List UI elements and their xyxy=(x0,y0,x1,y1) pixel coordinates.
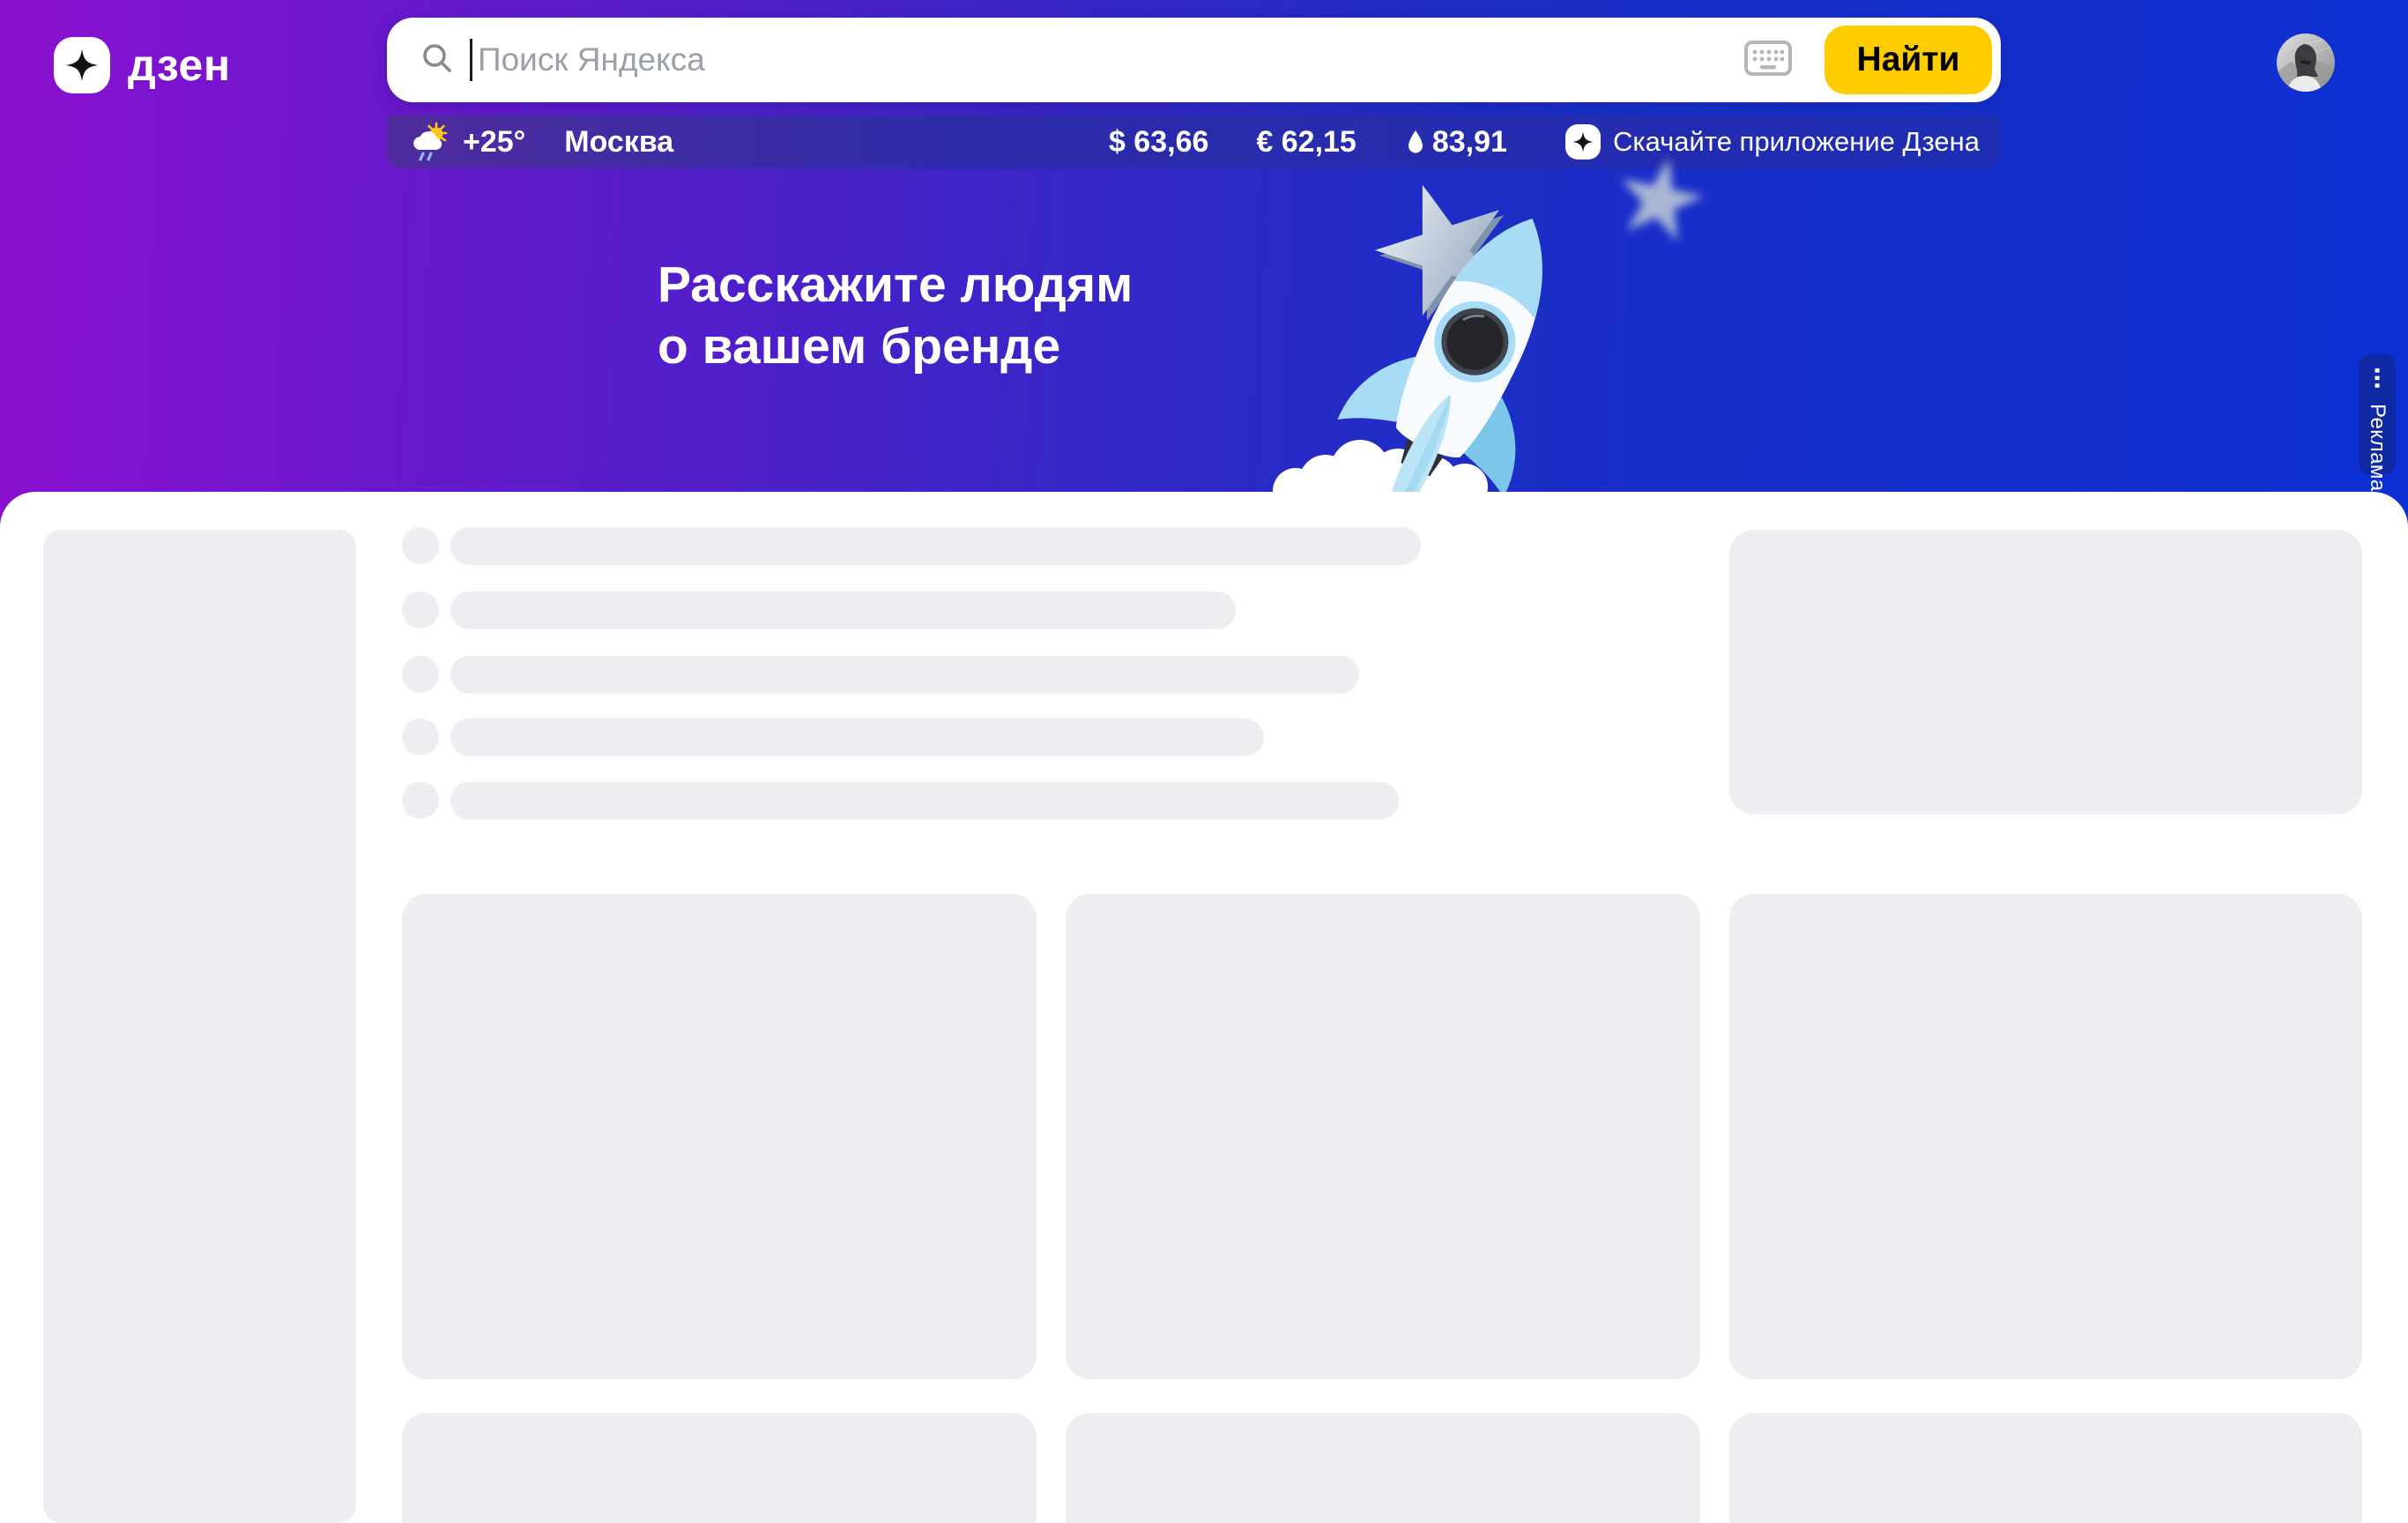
usd-rate[interactable]: $ 63,66 xyxy=(1109,125,1208,160)
city-link[interactable]: Москва xyxy=(564,125,673,160)
skeleton-feed-card xyxy=(1066,1413,1700,1523)
logo-text: дзен xyxy=(128,40,231,91)
skeleton-list-bar xyxy=(450,718,1264,756)
skeleton-list-bar xyxy=(450,656,1359,694)
search-icon xyxy=(420,41,454,79)
content-panel xyxy=(0,492,2408,1523)
hero-title-line1: Расскажите людям xyxy=(658,254,1133,316)
hero-ad-banner[interactable]: Расскажите людям о вашем бренде xyxy=(658,254,1133,377)
user-avatar[interactable] xyxy=(2277,33,2335,92)
search-bar: Найти xyxy=(387,18,2001,102)
skeleton-list-avatar xyxy=(402,591,439,628)
sun-cloud-rain-icon xyxy=(410,122,450,162)
skeleton-list-avatar xyxy=(402,656,439,693)
hero-title-line2: о вашем бренде xyxy=(658,316,1133,377)
rocket-illustration xyxy=(1234,115,1728,492)
skeleton-feed-card xyxy=(402,894,1037,1379)
skeleton-feed-card xyxy=(1066,894,1700,1379)
blurred-star-icon xyxy=(1611,149,1710,244)
skeleton-feed-card xyxy=(1729,1413,2362,1523)
skeleton-feed-card xyxy=(1729,894,2362,1379)
ad-label[interactable]: ⋯ Реклама xyxy=(2359,354,2396,474)
dzen-logo[interactable]: дзен xyxy=(54,37,231,93)
skeleton-list-bar xyxy=(450,591,1236,629)
info-bar: +25° Москва $ 63,66 € 62,15 83,91 Скачай… xyxy=(387,115,2001,168)
skeleton-list-avatar xyxy=(402,527,439,564)
keyboard-icon[interactable] xyxy=(1743,40,1793,81)
skeleton-list-avatar xyxy=(402,718,439,755)
ad-label-text: Реклама xyxy=(2365,404,2389,492)
skeleton-list-avatar xyxy=(402,782,439,819)
search-button[interactable]: Найти xyxy=(1825,26,1992,94)
skeleton-side-card xyxy=(1729,530,2362,814)
temperature: +25° xyxy=(463,125,525,160)
skeleton-list-bar xyxy=(450,782,1399,820)
weather-widget[interactable]: +25° xyxy=(410,122,525,162)
skeleton-list-bar xyxy=(450,527,1421,565)
skeleton-feed-card xyxy=(402,1413,1037,1523)
skeleton-sidebar xyxy=(43,530,356,1523)
search-input[interactable] xyxy=(472,33,1743,86)
more-dots-icon: ⋯ xyxy=(2366,367,2389,391)
dzen-star-icon xyxy=(54,37,110,93)
